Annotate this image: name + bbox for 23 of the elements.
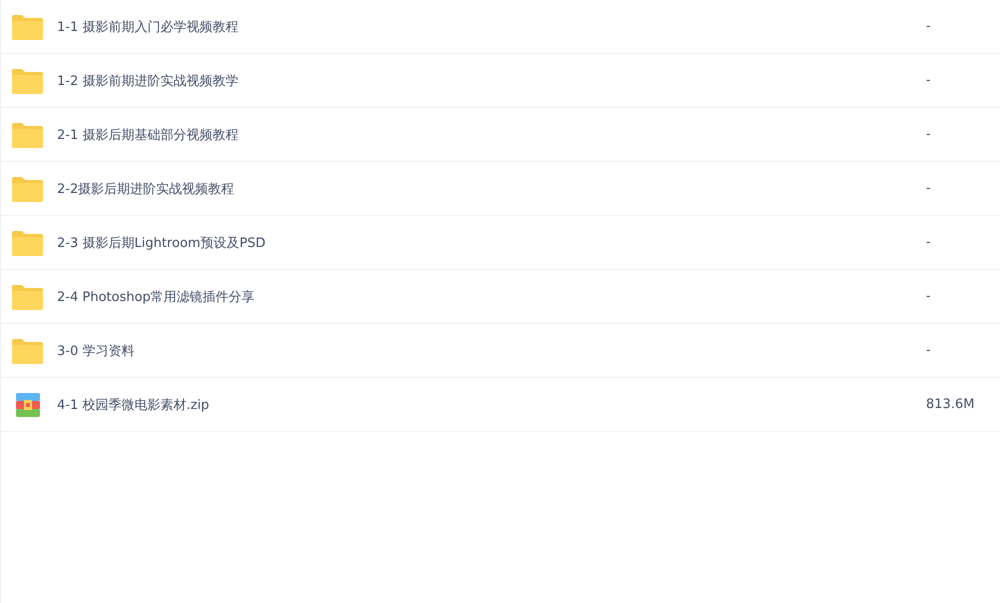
file-name[interactable]: 3-0 学习资料 bbox=[57, 342, 926, 360]
folder-icon bbox=[12, 230, 43, 256]
file-name[interactable]: 4-1 校园季微电影素材.zip bbox=[57, 396, 926, 414]
file-size: - bbox=[926, 73, 932, 88]
file-size: 813.6M bbox=[926, 397, 976, 412]
file-name[interactable]: 2-2摄影后期进阶实战视频教程 bbox=[57, 180, 926, 198]
file-size: - bbox=[926, 343, 932, 358]
file-name[interactable]: 1-2 摄影前期进阶实战视频教学 bbox=[57, 72, 926, 90]
file-name[interactable]: 2-4 Photoshop常用滤镜插件分享 bbox=[57, 288, 926, 306]
folder-icon bbox=[12, 176, 43, 202]
file-name[interactable]: 1-1 摄影前期入门必学视频教程 bbox=[57, 18, 926, 36]
file-size: - bbox=[926, 235, 932, 250]
folder-icon bbox=[12, 338, 43, 364]
folder-icon bbox=[12, 68, 43, 94]
file-size: - bbox=[926, 19, 932, 34]
file-name[interactable]: 2-3 摄影后期Lightroom预设及PSD bbox=[57, 234, 926, 252]
file-size: - bbox=[926, 289, 932, 304]
file-size: - bbox=[926, 181, 932, 196]
file-name[interactable]: 2-1 摄影后期基础部分视频教程 bbox=[57, 126, 926, 144]
folder-icon bbox=[12, 14, 43, 40]
file-size: - bbox=[926, 127, 932, 142]
folder-icon bbox=[12, 122, 43, 148]
folder-icon bbox=[12, 284, 43, 310]
